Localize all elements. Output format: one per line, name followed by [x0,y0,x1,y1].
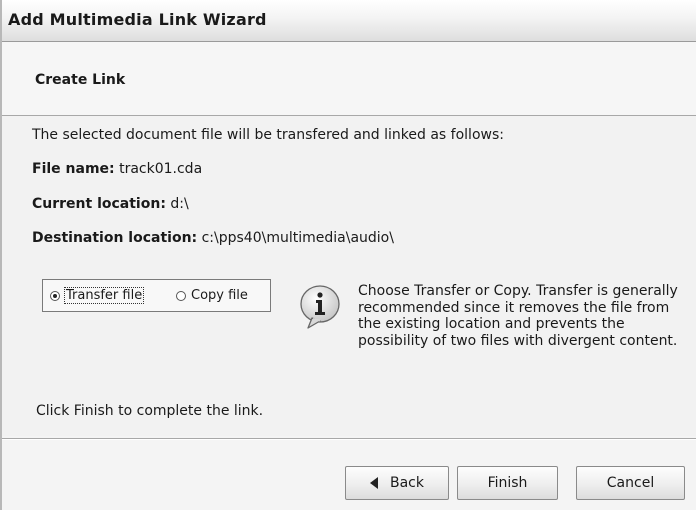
wizard-content: The selected document file will be trans… [2,116,696,436]
window-title: Add Multimedia Link Wizard [8,10,267,29]
copy-file-radio-indicator[interactable] [176,290,186,301]
file-name-row: File name: track01.cda [32,161,202,177]
current-location-label: Current location: [32,196,166,212]
transfer-file-radio[interactable]: Transfer file [50,287,145,304]
footer-divider-highlight [2,439,696,440]
cancel-button-label: Cancel [606,475,655,491]
current-location-value: d:\ [170,196,189,212]
back-button[interactable]: Back [345,466,449,500]
transfer-option-group: Transfer file Copy file [42,279,271,312]
wizard-window: Add Multimedia Link Wizard Create Link T… [0,0,696,510]
info-message: Choose Transfer or Copy. Transfer is gen… [358,283,678,349]
back-button-label: Back [390,475,424,491]
destination-location-row: Destination location: c:\pps40\multimedi… [32,230,394,246]
current-location-row: Current location: d:\ [32,196,189,212]
transfer-file-label: Transfer file [63,287,145,304]
finish-button[interactable]: Finish [457,466,558,500]
title-bar[interactable]: Add Multimedia Link Wizard [2,0,696,42]
file-name-label: File name: [32,161,115,177]
transfer-file-radio-indicator[interactable] [50,290,60,301]
finish-button-label: Finish [487,475,528,491]
destination-location-value: c:\pps40\multimedia\audio\ [201,230,394,246]
copy-file-label: Copy file [191,288,248,303]
cancel-button[interactable]: Cancel [576,466,685,500]
info-icon [300,285,340,329]
intro-text: The selected document file will be trans… [32,127,504,143]
arrow-left-icon [370,477,378,489]
copy-file-radio[interactable]: Copy file [176,288,248,303]
destination-location-label: Destination location: [32,230,198,246]
step-title: Create Link [35,72,126,88]
file-name-value: track01.cda [119,161,203,177]
wizard-header: Create Link [2,42,696,116]
finish-instruction: Click Finish to complete the link. [36,403,264,419]
